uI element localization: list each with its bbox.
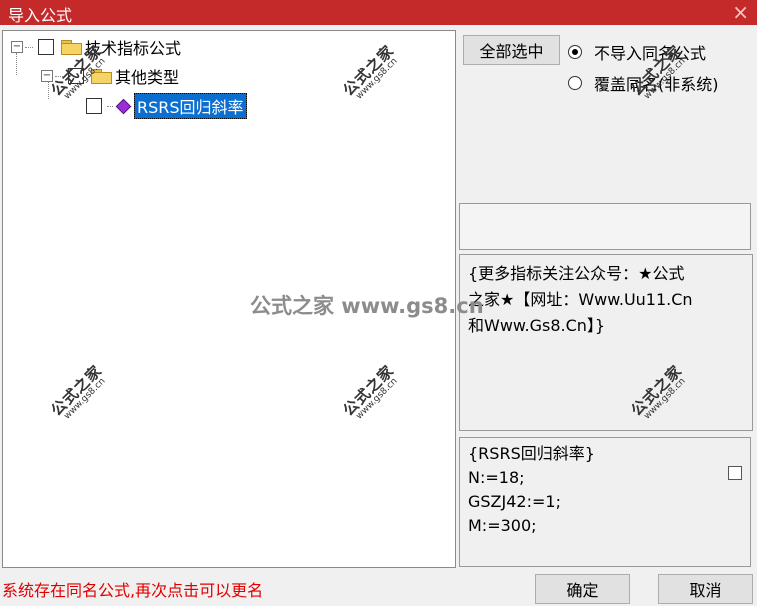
tree-root-checkbox[interactable] bbox=[38, 39, 54, 55]
code-line: M:=300; bbox=[468, 516, 537, 535]
watermark-center: 公式之家 www.gs8.cn bbox=[250, 294, 484, 318]
folder-icon bbox=[61, 40, 82, 55]
radio-no-import[interactable] bbox=[568, 45, 582, 59]
tree-leaf-label[interactable]: RSRS回归斜率 bbox=[134, 93, 247, 119]
title-bar: 导入公式 × bbox=[0, 0, 757, 25]
radio-overwrite[interactable] bbox=[568, 76, 582, 90]
window-title: 导入公式 bbox=[8, 6, 73, 25]
tree-root-label: 技术指标公式 bbox=[85, 39, 182, 58]
empty-field[interactable] bbox=[459, 203, 751, 250]
code-line: {RSRS回归斜率} bbox=[468, 444, 595, 463]
preview-checkbox[interactable] bbox=[728, 466, 742, 480]
collapse-icon[interactable]: − bbox=[11, 41, 23, 53]
info-note-line: 之家★【网址：Www.Uu11.Cn bbox=[468, 290, 693, 309]
formula-gem-icon bbox=[115, 98, 132, 114]
tree-node-root[interactable]: − 技术指标公式 bbox=[11, 36, 181, 58]
tree-node-leaf[interactable]: RSRS回归斜率 bbox=[83, 93, 247, 119]
tree-node-other[interactable]: − 其他类型 bbox=[41, 65, 179, 87]
select-all-button[interactable]: 全部选中 bbox=[463, 35, 560, 65]
tree-child-checkbox[interactable] bbox=[68, 68, 84, 84]
folder-icon bbox=[91, 69, 112, 84]
formula-code-preview[interactable]: {RSRS回归斜率} N:=18; GSZJ42:=1; M:=300; bbox=[459, 437, 751, 567]
collapse-icon[interactable]: − bbox=[41, 70, 53, 82]
option-overwrite[interactable]: 覆盖同名(非系统) bbox=[568, 71, 719, 95]
ok-button[interactable]: 确定 bbox=[535, 574, 630, 604]
tree-leaf-checkbox[interactable] bbox=[86, 98, 102, 114]
status-message: 系统存在同名公式,再次点击可以更名 bbox=[2, 581, 264, 600]
code-line: N:=18; bbox=[468, 468, 525, 487]
info-note-line: {更多指标关注公众号：★公式 bbox=[468, 264, 685, 283]
option-overwrite-label: 覆盖同名(非系统) bbox=[594, 75, 719, 94]
close-icon[interactable]: × bbox=[732, 0, 749, 24]
tree-child-label: 其他类型 bbox=[115, 68, 180, 87]
cancel-button[interactable]: 取消 bbox=[658, 574, 753, 604]
option-no-import[interactable]: 不导入同名公式 bbox=[568, 40, 706, 64]
option-no-import-label: 不导入同名公式 bbox=[594, 44, 707, 63]
info-note-panel: {更多指标关注公众号：★公式 之家★【网址：Www.Uu11.Cn 和Www.G… bbox=[459, 254, 753, 431]
code-line: GSZJ42:=1; bbox=[468, 492, 561, 511]
info-note-line: 和Www.Gs8.Cn】} bbox=[468, 316, 606, 335]
